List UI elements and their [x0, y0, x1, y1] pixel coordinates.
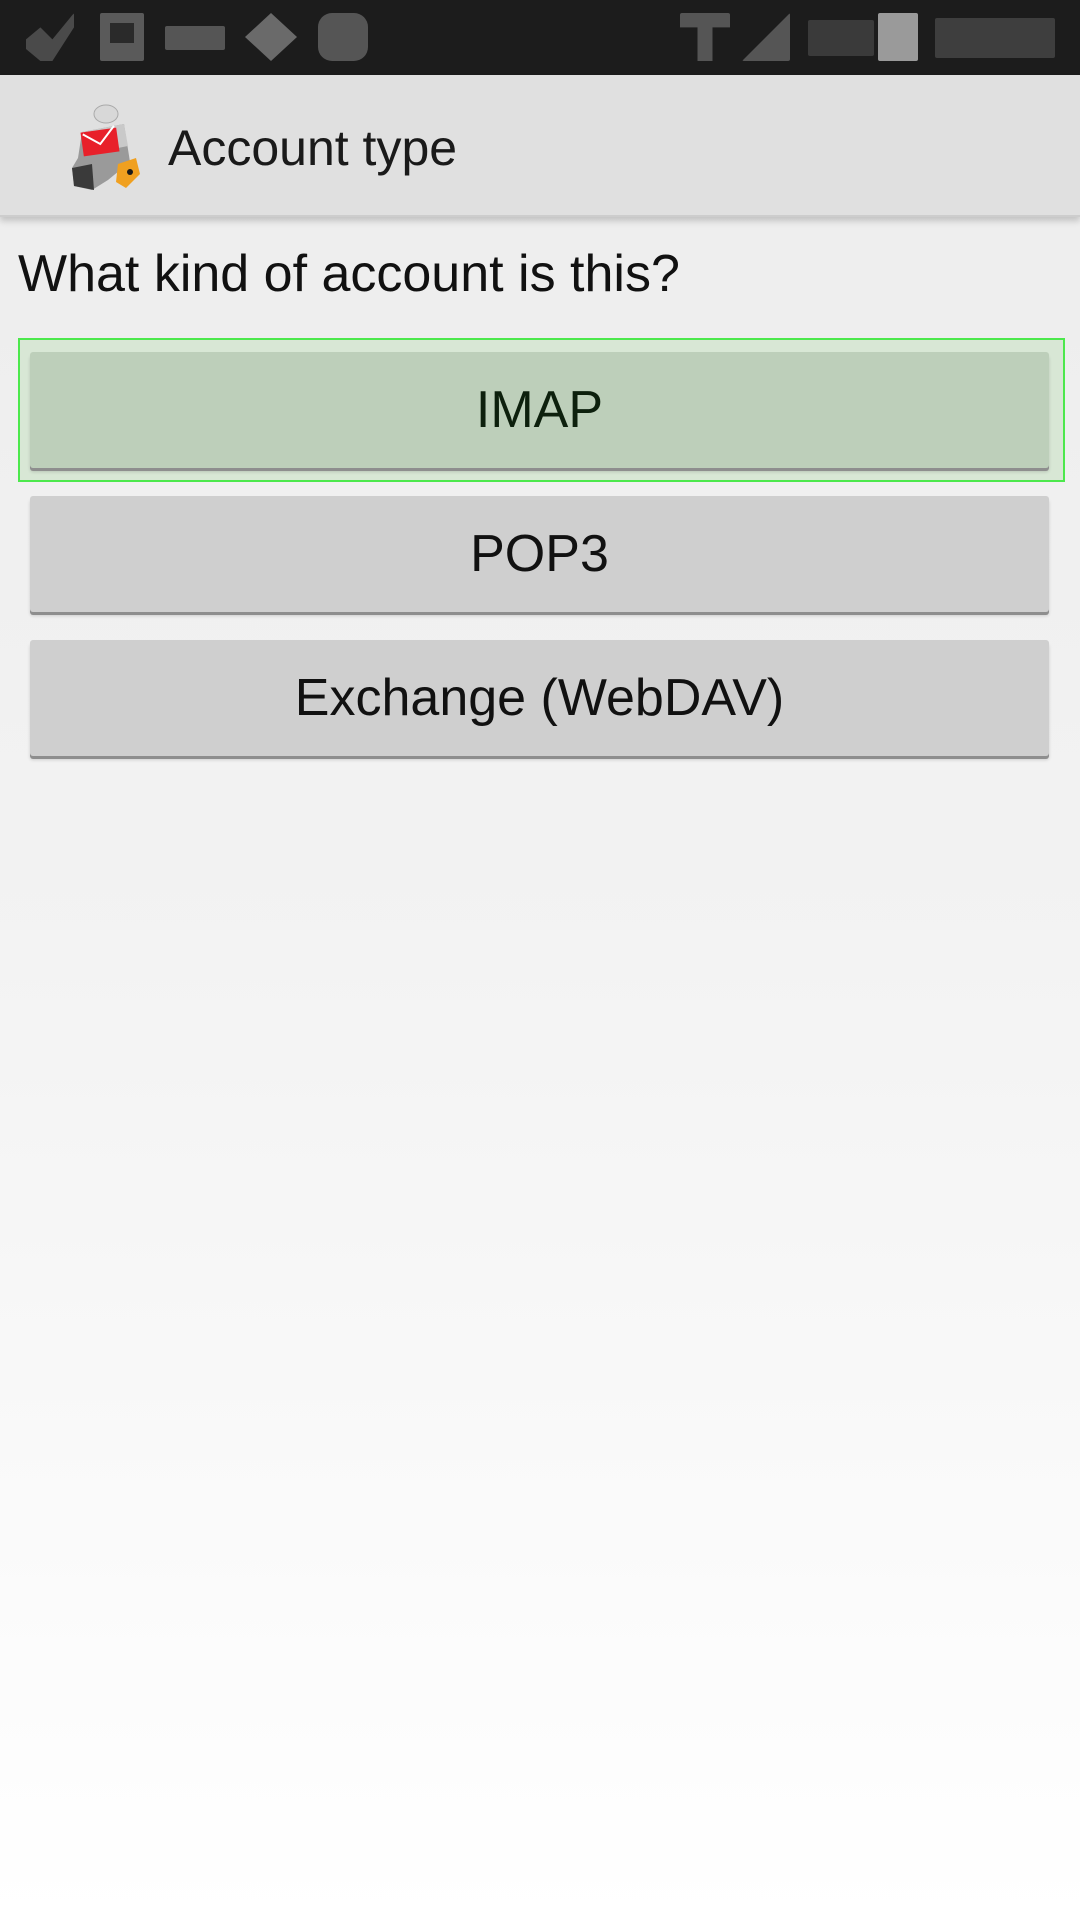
- page-title: Account type: [168, 120, 458, 176]
- voicemail-icon: [165, 26, 225, 50]
- imap-button[interactable]: IMAP: [30, 352, 1049, 468]
- android-icon: [318, 13, 368, 61]
- clock-icon: [935, 18, 1055, 58]
- k9-mail-dog-icon[interactable]: [68, 102, 148, 192]
- question-label: What kind of account is this?: [18, 245, 680, 303]
- exchange-webdav-button[interactable]: Exchange (WebDAV): [30, 640, 1049, 756]
- battery-percent-icon: [808, 20, 874, 56]
- settings-icon: [245, 13, 297, 61]
- status-bar: [0, 0, 1080, 75]
- gallery-icon: [100, 13, 144, 61]
- signal-icon: [742, 13, 790, 61]
- action-bar: Account type: [0, 75, 1080, 217]
- pop3-button[interactable]: POP3: [30, 496, 1049, 612]
- notification-icon: [26, 13, 74, 61]
- data-transfer-icon: [680, 13, 730, 61]
- battery-icon: [878, 13, 918, 61]
